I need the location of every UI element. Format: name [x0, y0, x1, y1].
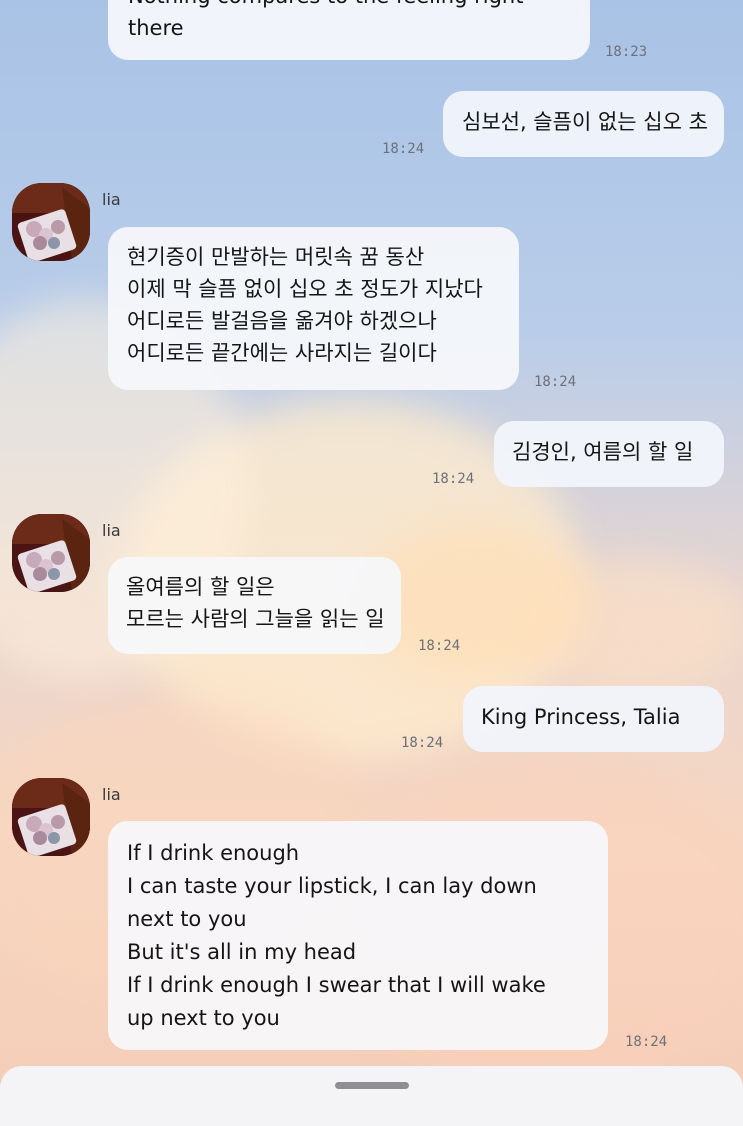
- message-line: next to you: [127, 907, 247, 931]
- message-time: 18:24: [625, 1034, 668, 1050]
- message-bubble[interactable]: Nothing compares to the feeling right th…: [108, 0, 590, 60]
- message-time: 18:24: [382, 141, 425, 157]
- message-bubble[interactable]: If I drink enough I can taste your lipst…: [108, 821, 608, 1050]
- sender-name: lia: [102, 521, 121, 540]
- message-line: If I drink enough: [127, 841, 300, 865]
- profile-photo-icon: [12, 183, 90, 261]
- message-time: 18:24: [418, 638, 461, 654]
- message-bubble[interactable]: 현기증이 만발하는 머릿속 꿈 동산 이제 막 슬픔 없이 십오 초 정도가 지…: [108, 227, 519, 390]
- profile-photo-icon: [12, 514, 90, 592]
- message-line: 어디로든 끝간에는 사라지는 길이다: [127, 341, 437, 365]
- message-line: up next to you: [127, 1006, 280, 1030]
- bottom-sheet-handle-icon[interactable]: [335, 1082, 409, 1089]
- avatar[interactable]: [12, 514, 90, 592]
- sender-name: lia: [102, 785, 121, 804]
- message-line: 올여름의 할 일은: [126, 575, 275, 599]
- message-bubble[interactable]: 심보선, 슬픔이 없는 십오 초: [443, 91, 724, 157]
- message-line: 김경인, 여름의 할 일: [512, 440, 694, 464]
- message-time: 18:24: [401, 735, 444, 751]
- avatar[interactable]: [12, 778, 90, 856]
- message-line: 심보선, 슬픔이 없는 십오 초: [462, 110, 708, 134]
- message-bubble[interactable]: 김경인, 여름의 할 일: [494, 421, 724, 487]
- message-line: 이제 막 슬픔 없이 십오 초 정도가 지났다: [127, 277, 483, 301]
- message-line: But it's all in my head: [127, 940, 357, 964]
- message-line: I can taste your lipstick, I can lay dow…: [127, 874, 537, 898]
- message-line: 모르는 사람의 그늘을 읽는 일: [126, 607, 385, 631]
- avatar[interactable]: [12, 183, 90, 261]
- message-time: 18:24: [534, 374, 577, 390]
- message-bubble[interactable]: King Princess, Talia: [463, 686, 724, 752]
- message-line: 어디로든 발걸음을 옮겨야 하겠으나: [127, 309, 437, 333]
- message-line: 현기증이 만발하는 머릿속 꿈 동산: [127, 245, 425, 269]
- message-line: there: [128, 16, 184, 40]
- profile-photo-icon: [12, 778, 90, 856]
- message-line: If I drink enough I swear that I will wa…: [127, 973, 546, 997]
- bottom-sheet[interactable]: [0, 1066, 743, 1126]
- message-bubble[interactable]: 올여름의 할 일은 모르는 사람의 그늘을 읽는 일: [108, 557, 401, 654]
- sender-name: lia: [102, 190, 121, 209]
- message-line: Nothing compares to the feeling right: [128, 0, 570, 12]
- message-line: King Princess, Talia: [481, 705, 681, 729]
- message-time: 18:23: [605, 44, 648, 60]
- message-time: 18:24: [432, 471, 475, 487]
